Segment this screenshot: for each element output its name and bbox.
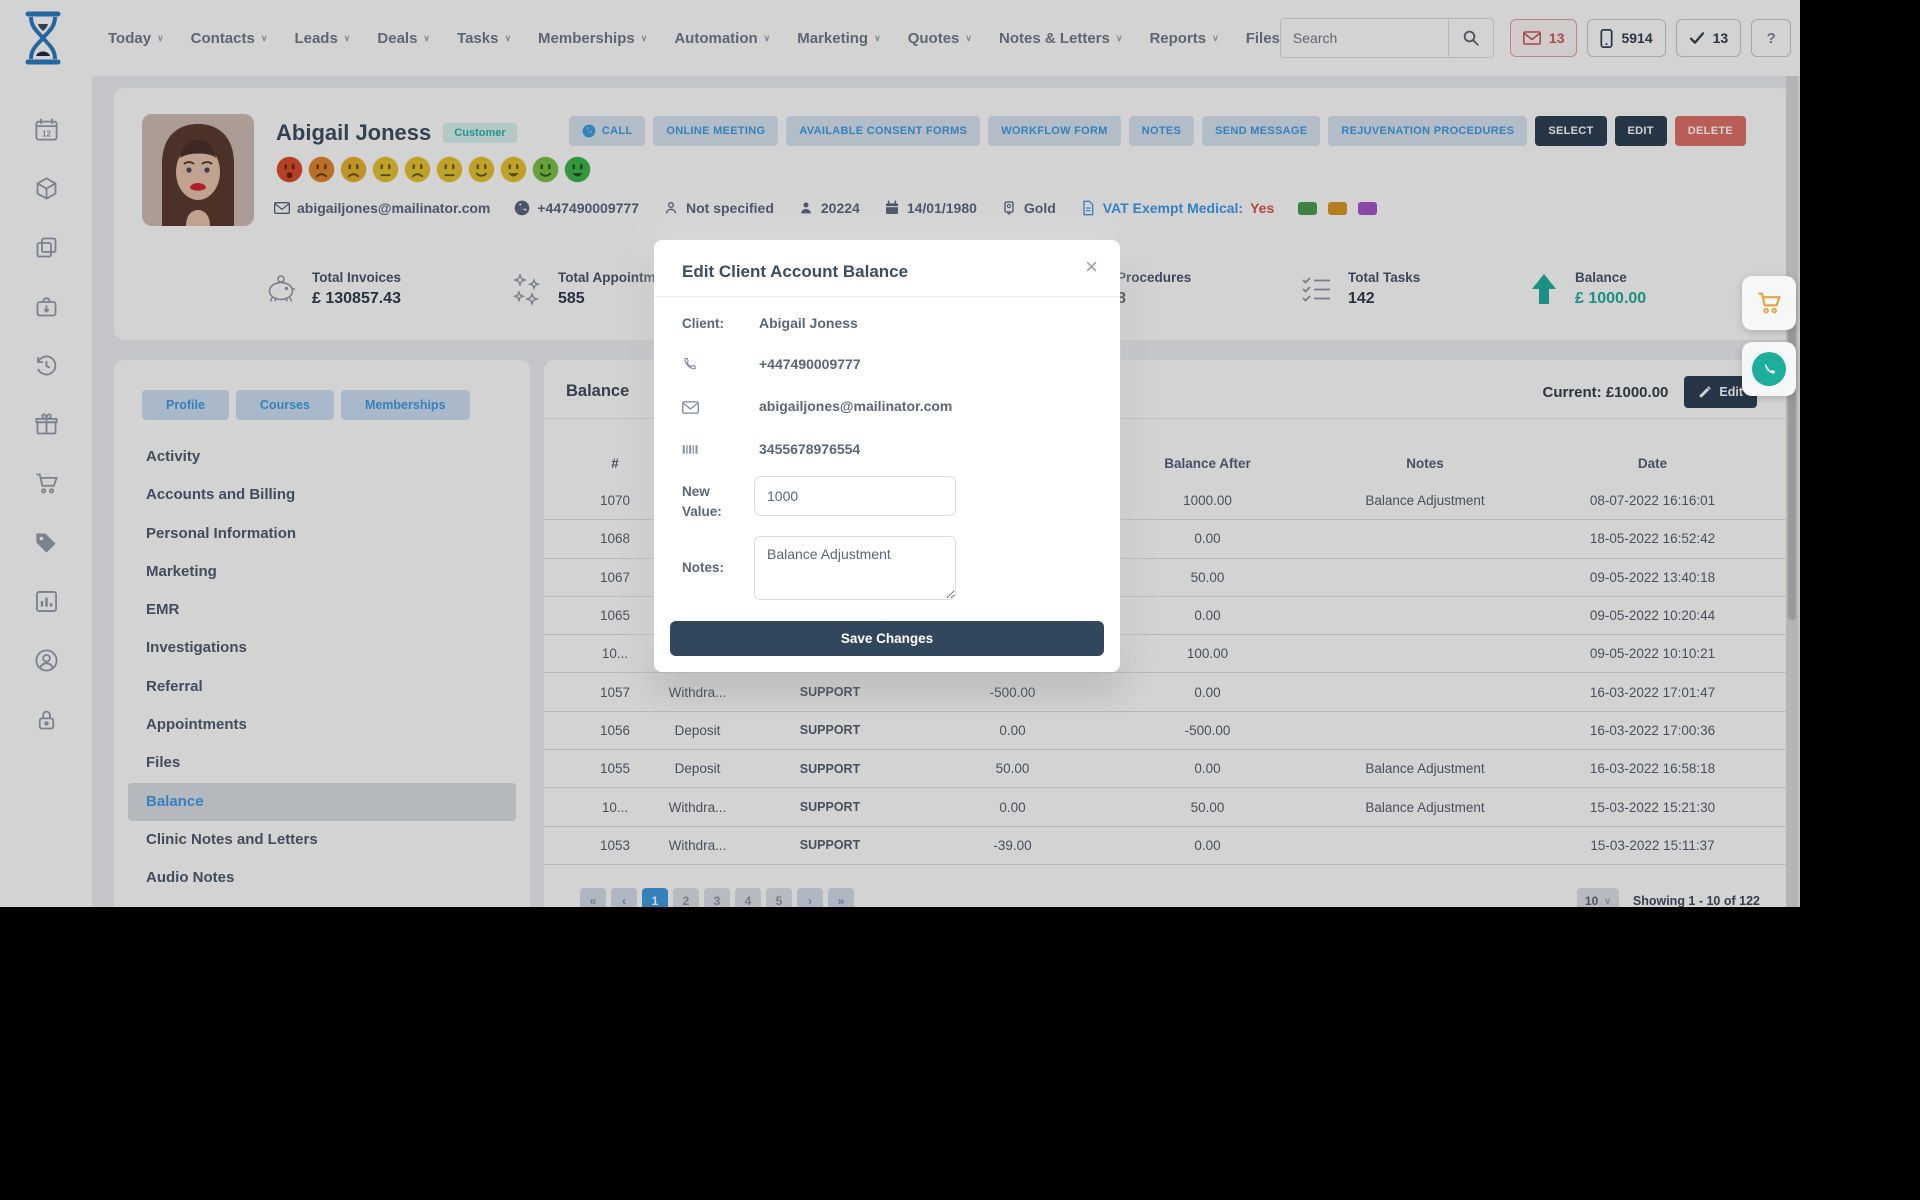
- modal-client-label: Client:: [682, 316, 724, 331]
- notes-label: Notes:: [682, 560, 724, 575]
- app-window: Today∨Contacts∨Leads∨Deals∨Tasks∨Members…: [0, 0, 1800, 907]
- pos-cart-button[interactable]: [1742, 276, 1796, 330]
- save-changes-button[interactable]: Save Changes: [670, 621, 1104, 656]
- edit-balance-modal: Edit Client Account Balance × Client: Ab…: [654, 240, 1120, 672]
- barcode-icon: [682, 441, 699, 458]
- modal-phone-value: +447490009777: [759, 356, 861, 372]
- modal-card-number: 3455678976554: [759, 441, 860, 457]
- new-value-label: New Value:: [682, 482, 742, 523]
- notes-textarea[interactable]: Balance Adjustment: [754, 536, 956, 600]
- phone-icon: [682, 356, 699, 373]
- whatsapp-button[interactable]: [1742, 342, 1796, 396]
- cart-icon: [1755, 289, 1783, 317]
- modal-email-value: abigailjones@mailinator.com: [759, 398, 952, 414]
- modal-client-value: Abigail Joness: [759, 315, 858, 331]
- new-value-input[interactable]: [754, 476, 956, 516]
- close-icon[interactable]: ×: [1085, 254, 1098, 280]
- envelope-icon: [682, 399, 699, 416]
- whatsapp-icon: [1752, 352, 1786, 386]
- modal-title: Edit Client Account Balance: [682, 262, 908, 282]
